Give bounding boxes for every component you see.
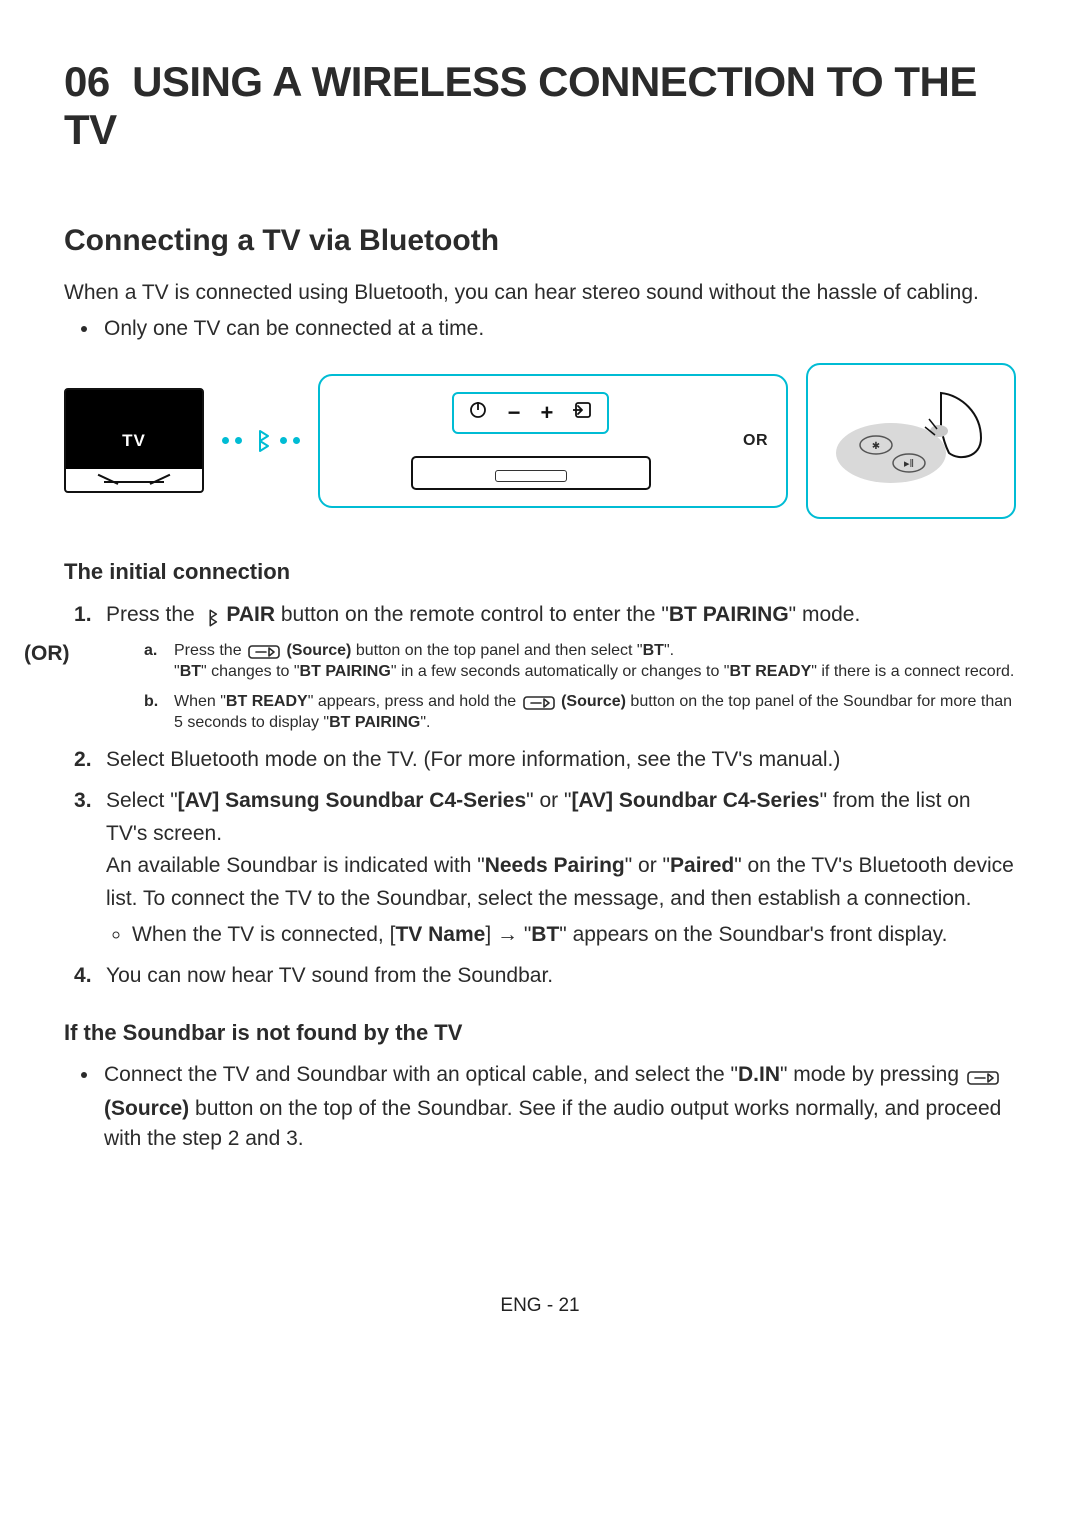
step-3: Select "[AV] Samsung Soundbar C4-Series"…: [64, 785, 1016, 952]
manual-page: 06 USING A WIRELESS CONNECTION TO THE TV…: [0, 0, 1080, 1357]
vol-down-icon: −: [508, 400, 521, 426]
section-title: Connecting a TV via Bluetooth: [64, 224, 1016, 258]
svg-text:✱: ✱: [872, 441, 880, 452]
soundbar-top-panel: − + OR: [318, 374, 788, 508]
bluetooth-diagram: TV − + OR: [64, 363, 1016, 519]
or-label: OR: [743, 432, 768, 450]
or-prefix: (OR): [24, 642, 70, 666]
source-icon: [246, 644, 282, 663]
soundbar-button-strip: − +: [452, 392, 610, 434]
step-4: You can now hear TV sound from the Sound…: [64, 960, 1016, 993]
initial-connection-heading: The initial connection: [64, 559, 1016, 585]
finger-press-icon: ✱ ▸‖: [831, 383, 991, 498]
not-found-bullet: Connect the TV and Soundbar with an opti…: [100, 1060, 1016, 1154]
not-found-heading: If the Soundbar is not found by the TV: [64, 1020, 1016, 1046]
chapter-text: USING A WIRELESS CONNECTION TO THE TV: [64, 58, 977, 153]
source-icon: [521, 695, 557, 714]
chapter-title: 06 USING A WIRELESS CONNECTION TO THE TV: [64, 58, 1016, 154]
bluetooth-icon: [201, 602, 221, 635]
tv-label: TV: [122, 431, 146, 451]
svg-text:▸‖: ▸‖: [904, 458, 914, 470]
step-b: When "BT READY" appears, press and hold …: [144, 693, 1016, 732]
single-tv-note: Only one TV can be connected at a time.: [100, 314, 1016, 344]
soundbar-outline: [411, 456, 651, 490]
vol-up-icon: +: [541, 400, 554, 426]
chapter-number: 06: [64, 58, 110, 105]
page-footer: ENG - 21: [64, 1295, 1016, 1317]
or-alternative: (OR) Press the (Source) button on the to…: [64, 642, 1016, 732]
source-icon: [573, 400, 593, 425]
steps-list: Press the PAIR button on the remote cont…: [64, 599, 1016, 635]
step-a: Press the (Source) button on the top pan…: [144, 642, 1016, 681]
tv-illustration: TV: [64, 388, 204, 493]
step-3-bullet: When the TV is connected, [TV Name] → "B…: [132, 919, 1016, 952]
intro-paragraph: When a TV is connected using Bluetooth, …: [64, 278, 1016, 308]
touch-button-panel: ✱ ▸‖: [806, 363, 1016, 519]
power-icon: [468, 400, 488, 425]
bluetooth-signal-icon: [222, 428, 300, 454]
source-icon: [965, 1063, 1001, 1093]
step-1: Press the PAIR button on the remote cont…: [64, 599, 1016, 635]
step-2: Select Bluetooth mode on the TV. (For mo…: [64, 744, 1016, 777]
